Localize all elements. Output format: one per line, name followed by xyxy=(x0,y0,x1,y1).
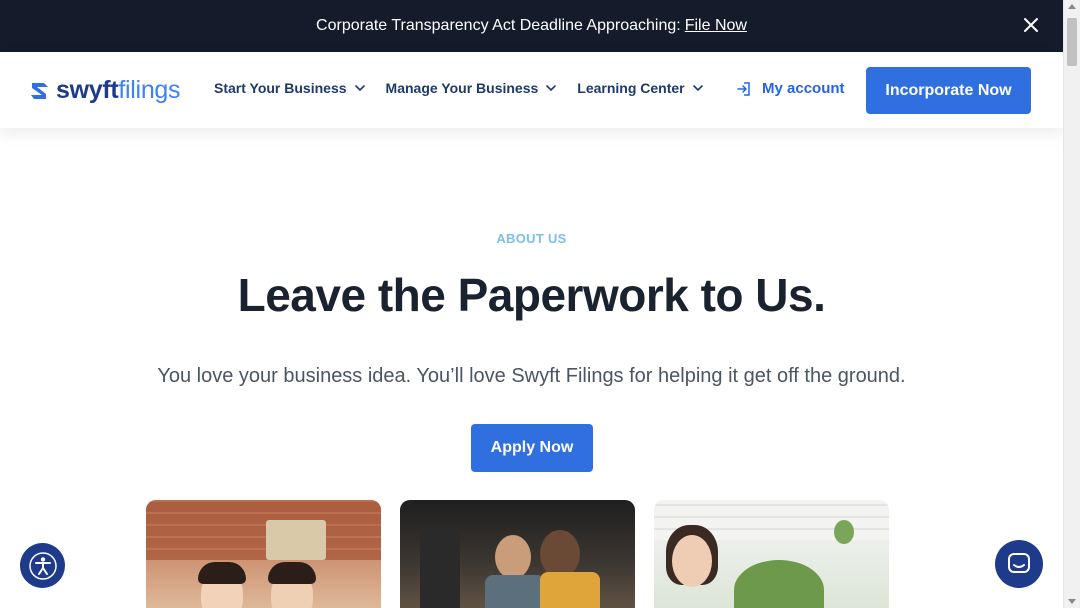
logo-text: swyftfilings xyxy=(56,76,181,104)
site-header: swyftfilings Start Your Business Manage … xyxy=(0,52,1063,128)
scrollbar-thumb[interactable] xyxy=(1067,18,1077,66)
nav-manage-your-business[interactable]: Manage Your Business xyxy=(386,80,557,96)
photo-cafe-team xyxy=(400,500,635,608)
nav-label: Start Your Business xyxy=(214,80,347,96)
accessibility-button[interactable] xyxy=(20,543,65,588)
file-now-link[interactable]: File Now xyxy=(685,17,747,35)
page-scrollbar[interactable] xyxy=(1063,0,1080,608)
nav-start-your-business[interactable]: Start Your Business xyxy=(214,80,365,96)
chevron-down-icon xyxy=(692,85,703,91)
my-account-label: My account xyxy=(762,80,845,97)
my-account-link[interactable]: My account xyxy=(736,80,845,97)
eyebrow-label: ABOUT US xyxy=(496,231,567,246)
apply-now-button[interactable]: Apply Now xyxy=(471,424,593,472)
chat-button[interactable] xyxy=(995,540,1043,588)
announcement-bar: Corporate Transparency Act Deadline Appr… xyxy=(0,0,1063,52)
nav-learning-center[interactable]: Learning Center xyxy=(577,80,703,96)
page-title: Leave the Paperwork to Us. xyxy=(237,269,826,321)
scroll-down-icon[interactable] xyxy=(1068,599,1076,604)
photo-shop-owners xyxy=(146,500,381,608)
hero-subtitle: You love your business idea. You’ll love… xyxy=(157,365,906,387)
nav-label: Manage Your Business xyxy=(385,80,539,96)
chevron-down-icon xyxy=(546,85,557,91)
nav-label: Learning Center xyxy=(577,80,685,96)
close-icon[interactable] xyxy=(1021,15,1041,35)
main-nav: Start Your Business Manage Your Business… xyxy=(214,80,724,96)
login-icon xyxy=(737,81,750,96)
chat-icon xyxy=(1008,553,1030,573)
chevron-down-icon xyxy=(354,85,365,91)
accessibility-icon xyxy=(28,551,57,580)
logo[interactable]: swyftfilings xyxy=(30,76,181,105)
scroll-up-icon[interactable] xyxy=(1068,4,1076,9)
announcement-text: Corporate Transparency Act Deadline Appr… xyxy=(316,17,681,34)
logo-mark-icon xyxy=(31,82,48,99)
incorporate-now-button[interactable]: Incorporate Now xyxy=(866,67,1031,114)
photo-plant-shop xyxy=(654,500,889,608)
